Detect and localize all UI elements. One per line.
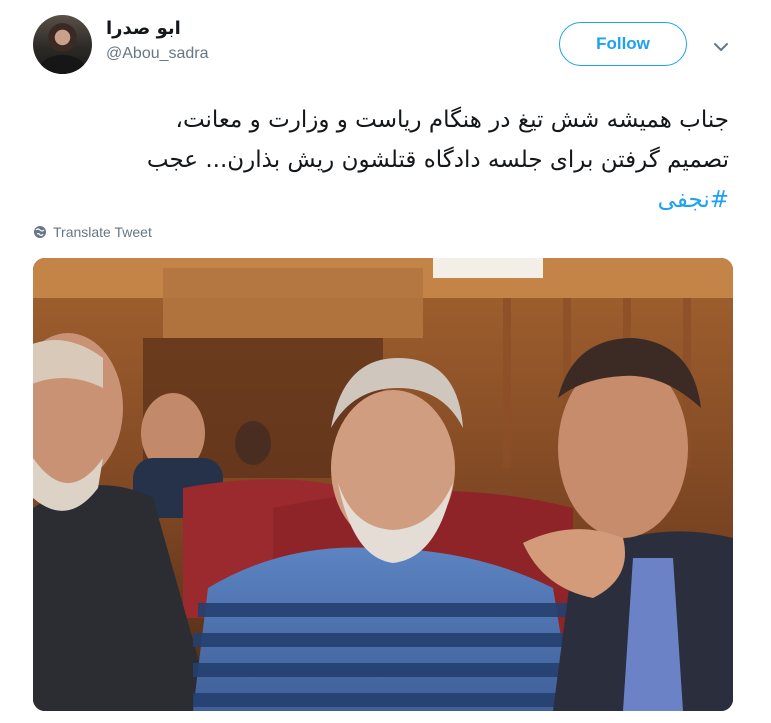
display-name[interactable]: ابو صدرا <box>106 18 209 40</box>
tweet-line-2: تصمیم گرفتن برای جلسه دادگاه قتلشون ریش … <box>146 147 729 173</box>
chevron-down-icon[interactable] <box>710 36 732 58</box>
tweet-text: جناب همیشه شش تیغ در هنگام ریاست و وزارت… <box>39 100 729 220</box>
translate-label: Translate Tweet <box>53 224 152 240</box>
avatar[interactable] <box>33 15 92 74</box>
translate-tweet-link[interactable]: Translate Tweet <box>33 224 152 240</box>
globe-icon <box>34 226 46 238</box>
follow-button[interactable]: Follow <box>559 22 687 66</box>
tweet-line-1: جناب همیشه شش تیغ در هنگام ریاست و وزارت… <box>175 107 729 133</box>
courtroom-photo <box>33 258 733 711</box>
tweet-photo[interactable] <box>33 258 733 711</box>
hashtag-link[interactable]: #نجفی <box>658 187 729 213</box>
user-info: ابو صدرا @Abou_sadra <box>106 18 209 63</box>
avatar-shoulders <box>39 55 86 74</box>
user-handle[interactable]: @Abou_sadra <box>106 45 209 63</box>
